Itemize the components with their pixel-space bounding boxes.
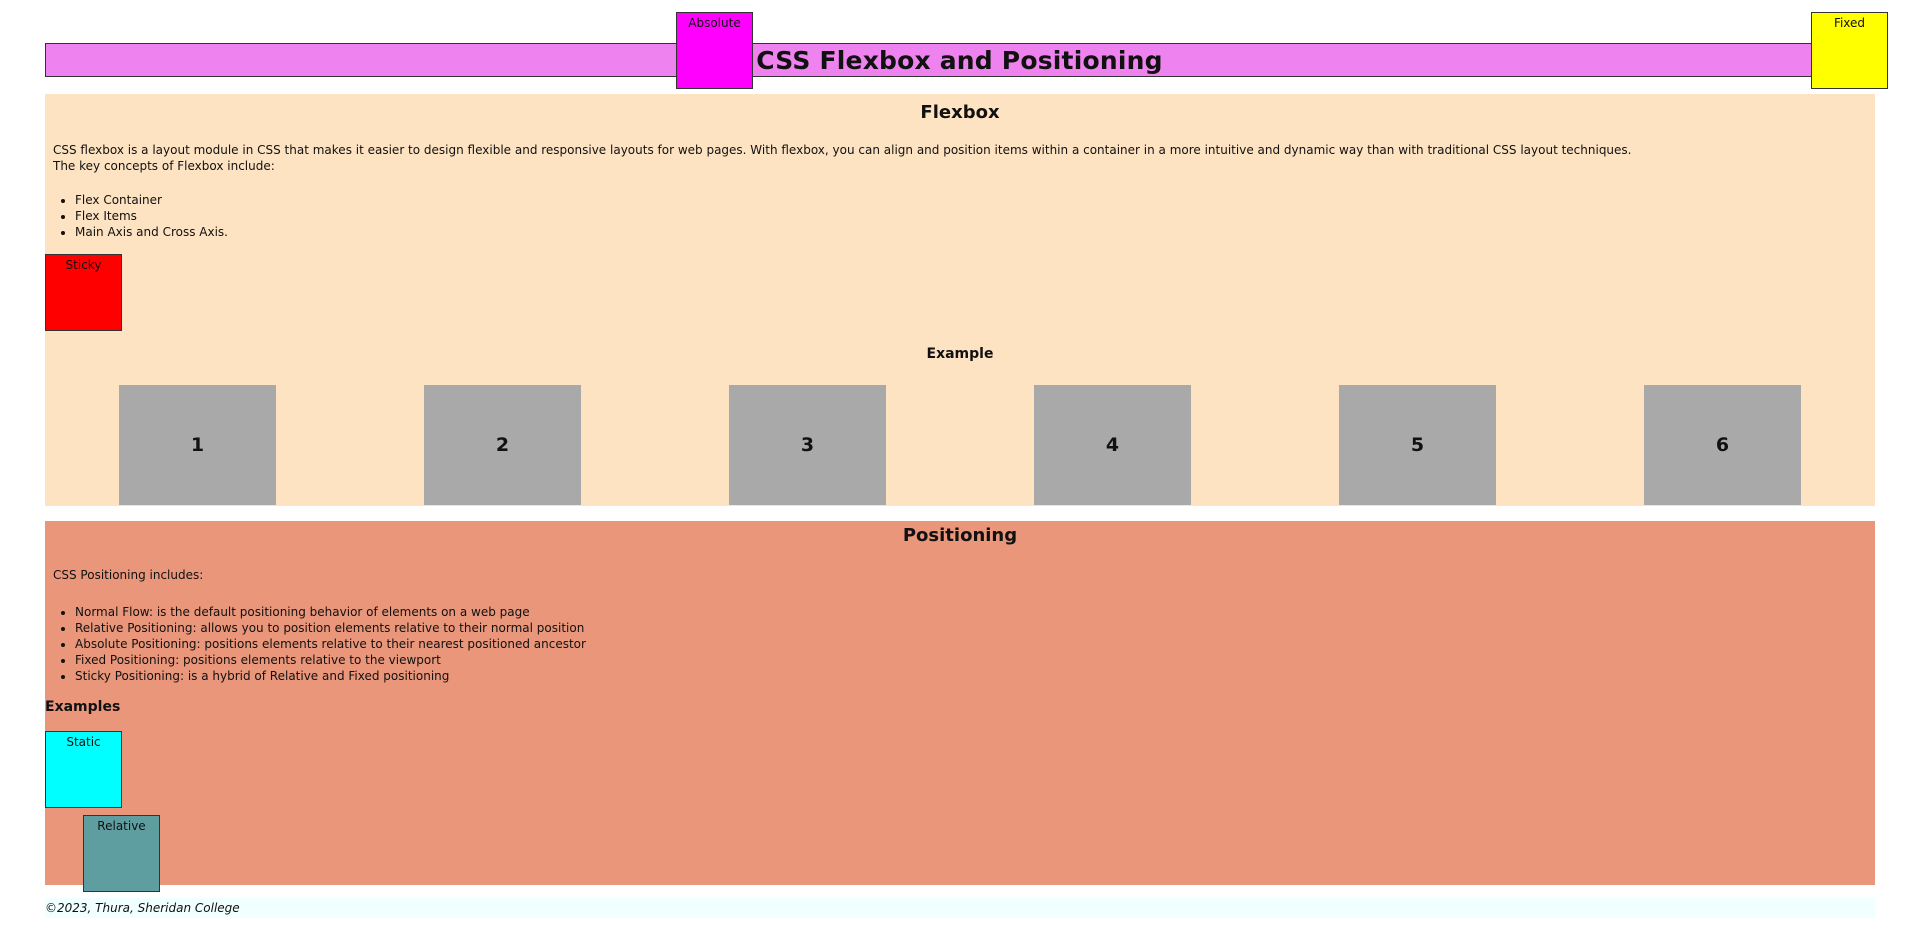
flex-item-5: 5 xyxy=(1339,385,1496,505)
flexbox-intro-line1: CSS flexbox is a layout module in CSS th… xyxy=(53,143,1632,157)
flex-item-3: 3 xyxy=(729,385,886,505)
static-box: Static xyxy=(45,731,122,808)
positioning-list: Normal Flow: is the default positioning … xyxy=(53,604,586,684)
positioning-intro: CSS Positioning includes: xyxy=(53,568,204,582)
page-title: CSS Flexbox and Positioning xyxy=(756,45,1163,75)
list-item: Relative Positioning: allows you to posi… xyxy=(75,620,586,636)
absolute-box: Absolute xyxy=(676,12,753,89)
relative-box: Relative xyxy=(83,815,160,892)
flexbox-intro: CSS flexbox is a layout module in CSS th… xyxy=(53,142,1632,174)
flex-item-6: 6 xyxy=(1644,385,1801,505)
flex-item-2: 2 xyxy=(424,385,581,505)
fixed-box-label: Fixed xyxy=(1833,16,1866,30)
list-item: Flex Container xyxy=(75,192,228,208)
sticky-box: Sticky xyxy=(45,254,122,331)
example-heading: Example xyxy=(926,346,994,362)
flex-container: 1 2 3 4 5 6 xyxy=(45,385,1875,505)
page-footer: ©2023, Thura, Sheridan College xyxy=(45,898,1875,918)
absolute-box-label: Absolute xyxy=(688,16,741,30)
list-item: Sticky Positioning: is a hybrid of Relat… xyxy=(75,668,586,684)
flex-item-4: 4 xyxy=(1034,385,1191,505)
flexbox-intro-line2: The key concepts of Flexbox include: xyxy=(53,159,275,173)
flex-item-1: 1 xyxy=(119,385,276,505)
flexbox-section: Flexbox CSS flexbox is a layout module i… xyxy=(45,94,1875,506)
list-item: Flex Items xyxy=(75,208,228,224)
page-header: CSS Flexbox and Positioning xyxy=(45,43,1874,77)
list-item: Absolute Positioning: positions elements… xyxy=(75,636,586,652)
relative-box-label: Relative xyxy=(97,819,146,833)
examples-heading: Examples xyxy=(45,699,121,715)
static-box-label: Static xyxy=(66,735,101,749)
page: CSS Flexbox and Positioning Absolute Fix… xyxy=(0,0,1920,930)
list-item: Main Axis and Cross Axis. xyxy=(75,224,228,240)
footer-text: ©2023, Thura, Sheridan College xyxy=(45,901,240,915)
positioning-section: Positioning CSS Positioning includes: No… xyxy=(45,521,1875,885)
list-item: Fixed Positioning: positions elements re… xyxy=(75,652,586,668)
flexbox-title: Flexbox xyxy=(920,102,1000,123)
flexbox-concepts-list: Flex Container Flex Items Main Axis and … xyxy=(53,192,228,240)
sticky-box-label: Sticky xyxy=(65,258,102,272)
list-item: Normal Flow: is the default positioning … xyxy=(75,604,586,620)
fixed-box: Fixed xyxy=(1811,12,1888,89)
positioning-title: Positioning xyxy=(902,525,1018,546)
